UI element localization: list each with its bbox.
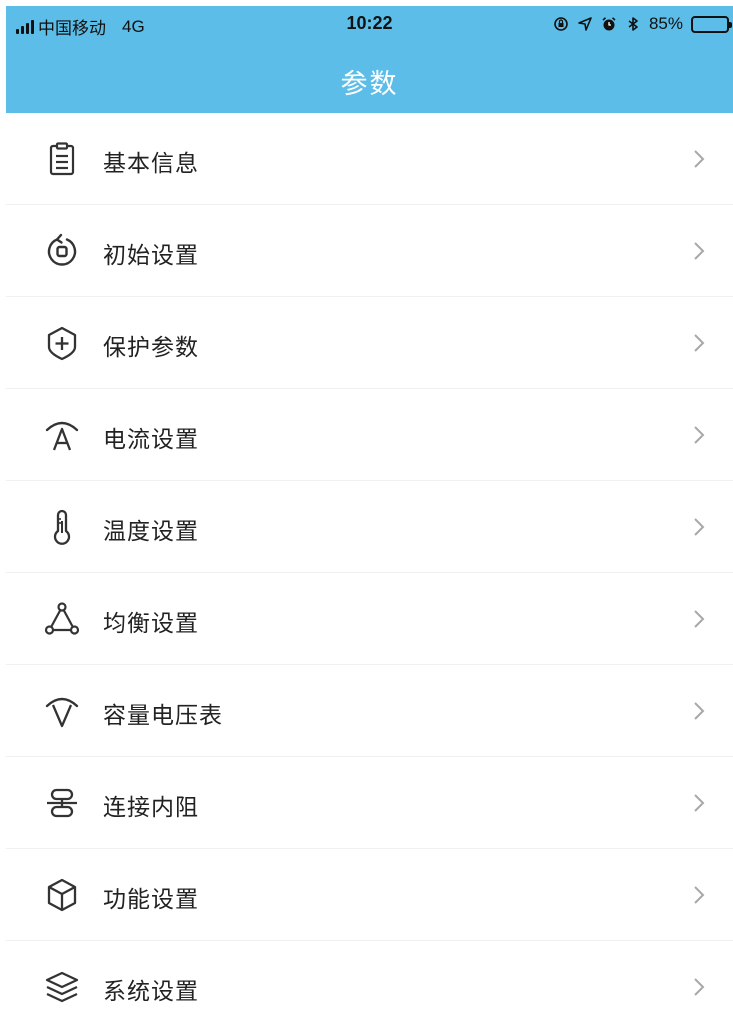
chevron-right-icon [692,240,706,262]
clipboard-icon [44,141,80,177]
menu-item-current-settings[interactable]: 电流设置 [6,389,733,481]
menu-item-connection-resistance[interactable]: 连接内阻 [6,757,733,849]
chevron-right-icon [692,148,706,170]
shield-plus-icon [44,325,80,361]
chevron-right-icon [692,700,706,722]
menu-item-protection-params[interactable]: 保护参数 [6,297,733,389]
menu-item-label: 基本信息 [103,151,199,177]
chevron-right-icon [692,608,706,630]
chevron-right-icon [692,884,706,906]
status-bar: 中国移动 4G 10:22 85% [6,6,733,42]
menu-item-label: 均衡设置 [103,611,199,637]
battery-percent: 85% [648,14,683,33]
menu-item-label: 容量电压表 [103,703,223,729]
menu-item-label: 电流设置 [103,427,199,453]
menu-item-label: 功能设置 [103,887,199,913]
reset-icon [44,233,80,269]
resistance-icon [44,785,80,821]
voltage-icon [44,693,80,729]
page-title: 参数 [340,69,399,100]
menu-item-initial-settings[interactable]: 初始设置 [6,205,733,297]
menu-item-label: 初始设置 [103,243,199,269]
menu-item-system-settings[interactable]: 系统设置 [6,941,733,1029]
parameter-menu: 基本信息 初始设置 保护参数 电流设置 温度设置 均衡设置 容量电压表 连接内阻… [6,113,733,1029]
menu-item-basic-info[interactable]: 基本信息 [6,113,733,205]
chevron-right-icon [692,424,706,446]
menu-item-label: 系统设置 [103,979,199,1005]
battery-icon [691,15,732,33]
chevron-right-icon [692,792,706,814]
menu-item-label: 保护参数 [103,335,199,361]
alarm-icon [601,16,617,32]
menu-item-function-settings[interactable]: 功能设置 [6,849,733,941]
location-icon [577,16,593,32]
menu-item-label: 连接内阻 [103,795,199,821]
chevron-right-icon [692,976,706,998]
chevron-right-icon [692,516,706,538]
orientation-lock-icon [553,16,569,32]
current-icon [44,417,80,453]
thermometer-icon [44,509,80,545]
menu-item-temperature-settings[interactable]: 温度设置 [6,481,733,573]
balance-icon [44,601,80,637]
bluetooth-icon [625,16,641,32]
layers-icon [44,969,80,1005]
menu-item-balance-settings[interactable]: 均衡设置 [6,573,733,665]
app-header: 中国移动 4G 10:22 85% 参数 [6,6,733,113]
menu-item-label: 温度设置 [103,519,199,545]
chevron-right-icon [692,332,706,354]
status-right: 85% [553,14,732,34]
menu-item-capacity-voltage-table[interactable]: 容量电压表 [6,665,733,757]
cube-icon [44,877,80,913]
